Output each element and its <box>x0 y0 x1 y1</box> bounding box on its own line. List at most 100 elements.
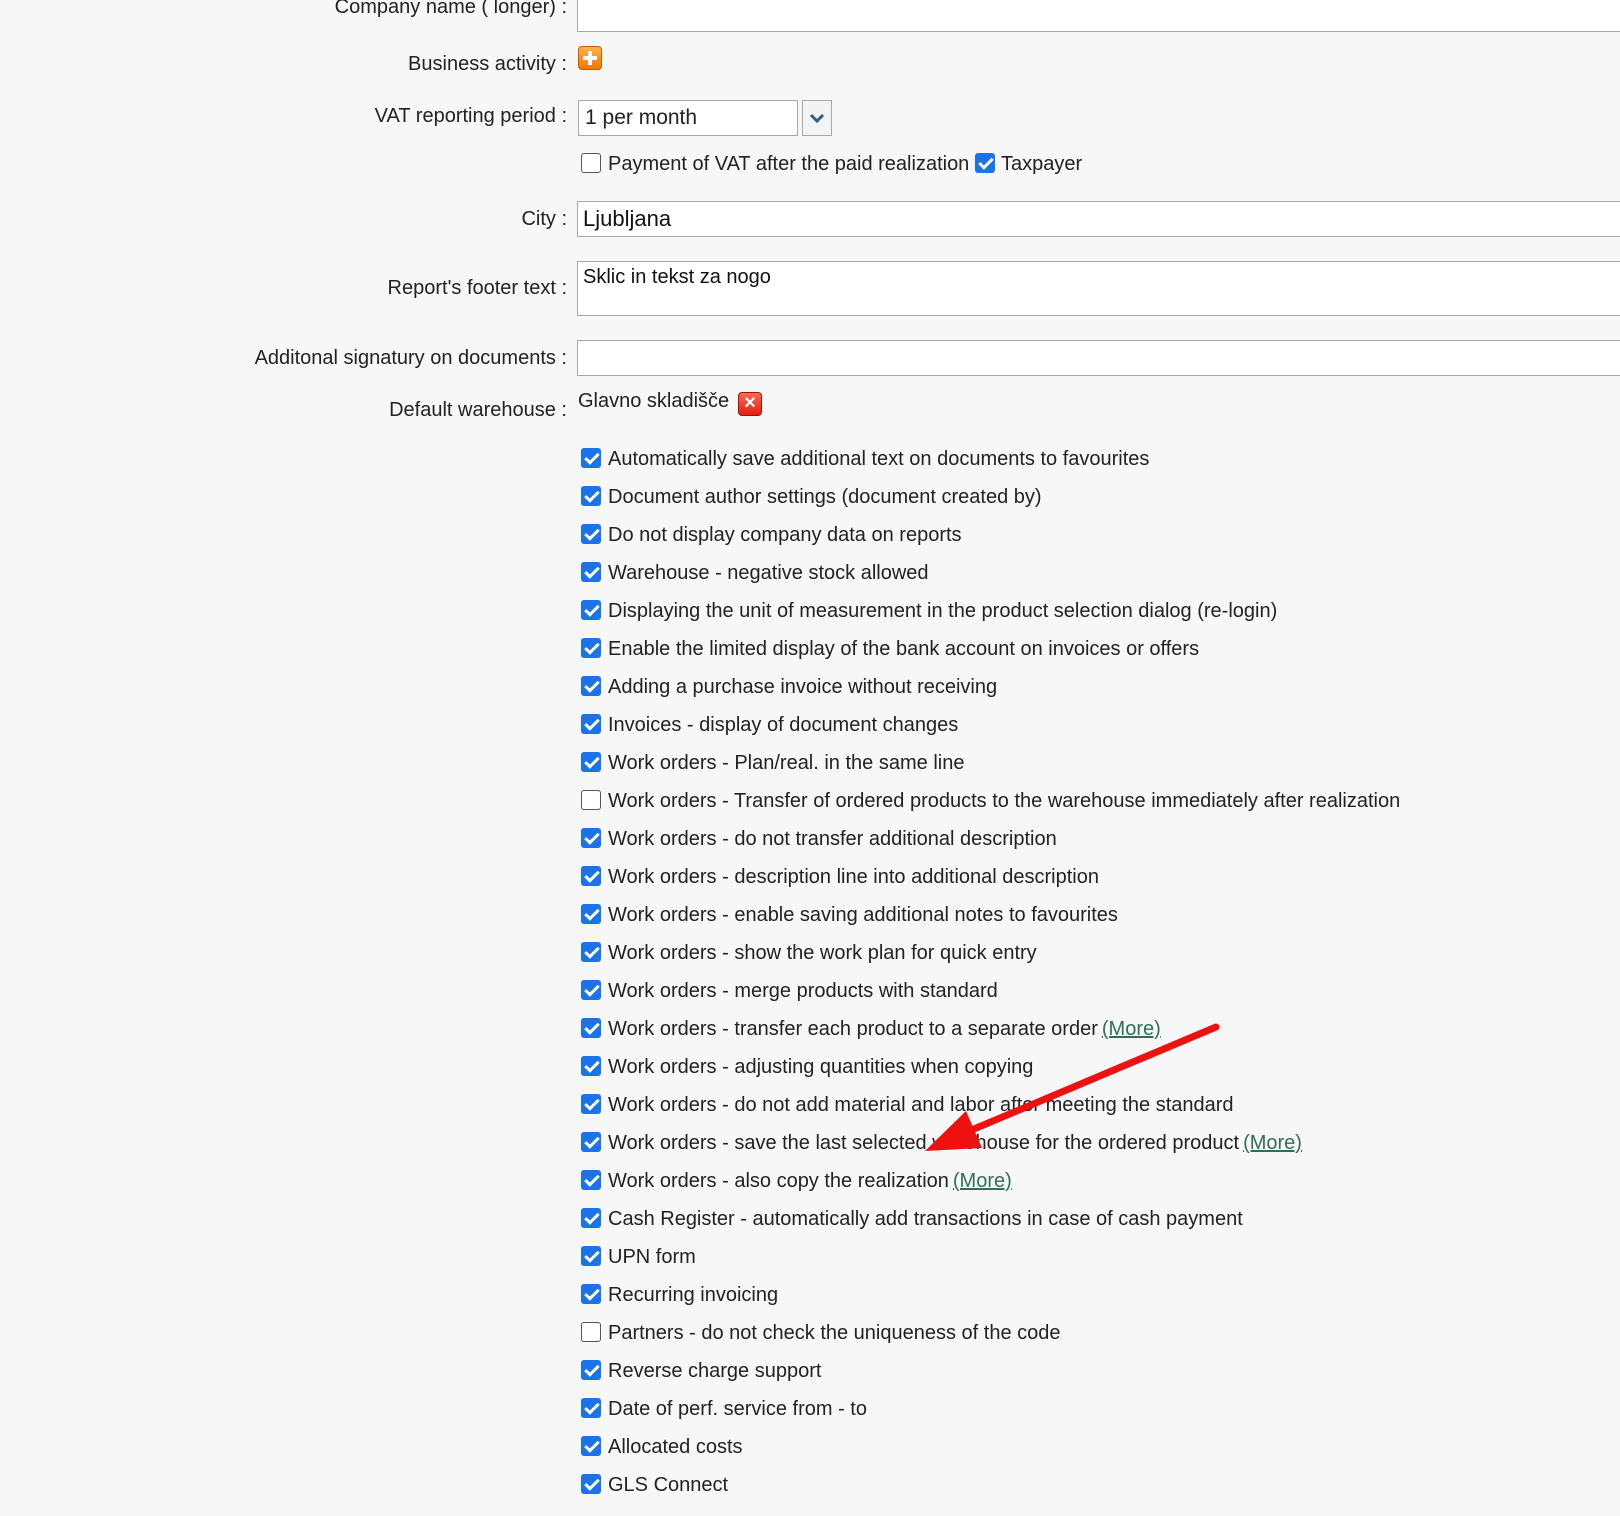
business-activity-label: Business activity : <box>408 53 567 75</box>
option-checkbox[interactable] <box>581 1322 601 1342</box>
option-label: Work orders - enable saving additional n… <box>608 903 1118 927</box>
option-checkbox[interactable] <box>581 1436 601 1456</box>
option-label-text: Work orders - Transfer of ordered produc… <box>608 790 1401 812</box>
option-checkbox[interactable] <box>581 1132 601 1152</box>
option-label: Work orders - save the last selected war… <box>608 1131 1302 1155</box>
option-label: Work orders - merge products with standa… <box>608 979 998 1003</box>
option-checkbox[interactable] <box>581 1018 601 1038</box>
option-label: Work orders - show the work plan for qui… <box>608 941 1037 965</box>
option-checkbox[interactable] <box>581 1398 601 1418</box>
option-label-text: Work orders - also copy the realization <box>608 1170 949 1192</box>
option-checkbox[interactable] <box>581 1360 601 1380</box>
option-checkbox[interactable] <box>581 486 601 506</box>
footer-text-textarea[interactable]: Sklic in tekst za nogo <box>577 261 1620 316</box>
city-label: City : <box>521 208 567 230</box>
option-checkbox[interactable] <box>581 1094 601 1114</box>
option-label-text: GLS Connect <box>608 1474 729 1496</box>
option-checkbox[interactable] <box>581 1284 601 1304</box>
option-checkbox[interactable] <box>581 562 601 582</box>
option-label: Work orders - Transfer of ordered produc… <box>608 789 1400 813</box>
option-checkbox[interactable] <box>581 524 601 544</box>
option-label: Work orders - description line into addi… <box>608 865 1099 889</box>
option-checkbox[interactable] <box>581 600 601 620</box>
option-label-text: Recurring invoicing <box>608 1284 779 1306</box>
taxpayer-label: Taxpayer <box>1001 153 1083 175</box>
option-label: Cash Register - automatically add transa… <box>608 1207 1243 1231</box>
option-label-text: Work orders - merge products with standa… <box>608 980 998 1002</box>
option-label-text: Work orders - show the work plan for qui… <box>608 942 1037 964</box>
option-label-text: Work orders - adjusting quantities when … <box>608 1056 1034 1078</box>
taxpayer-checkbox[interactable] <box>975 153 995 173</box>
option-label-text: Work orders - enable saving additional n… <box>608 904 1118 926</box>
default-warehouse-value: Glavno skladišče <box>578 390 730 412</box>
option-checkbox[interactable] <box>581 676 601 696</box>
option-label-text: Displaying the unit of measurement in th… <box>608 600 1278 622</box>
option-label-text: Reverse charge support <box>608 1360 822 1382</box>
more-link[interactable]: (More) <box>1243 1132 1302 1154</box>
payment-vat-checkbox[interactable] <box>581 153 601 173</box>
remove-icon[interactable]: × <box>738 392 762 416</box>
option-label: Date of perf. service from - to <box>608 1397 867 1421</box>
option-label: Recurring invoicing <box>608 1283 778 1307</box>
option-checkbox[interactable] <box>581 942 601 962</box>
option-label-text: Work orders - description line into addi… <box>608 866 1099 888</box>
option-label-text: Automatically save additional text on do… <box>608 448 1150 470</box>
footer-text-label: Report's footer text : <box>387 277 567 299</box>
vat-period-dropdown-button[interactable] <box>802 100 832 136</box>
payment-vat-label: Payment of VAT after the paid realizatio… <box>608 153 970 175</box>
option-label: Automatically save additional text on do… <box>608 447 1149 471</box>
option-label-text: Work orders - transfer each product to a… <box>608 1018 1098 1040</box>
signatory-label: Additonal signatury on documents : <box>254 347 567 369</box>
option-label: Reverse charge support <box>608 1359 821 1383</box>
option-checkbox[interactable] <box>581 1056 601 1076</box>
option-label: Work orders - do not add material and la… <box>608 1093 1234 1117</box>
option-label-text: Work orders - do not transfer additional… <box>608 828 1057 850</box>
option-checkbox[interactable] <box>581 904 601 924</box>
company-name-input[interactable] <box>577 0 1620 32</box>
option-label: Invoices - display of document changes <box>608 713 958 737</box>
option-label-text: Do not display company data on reports <box>608 524 962 546</box>
option-label: Do not display company data on reports <box>608 523 962 547</box>
option-label-text: Cash Register - automatically add transa… <box>608 1208 1243 1230</box>
option-label-text: Warehouse - negative stock allowed <box>608 562 929 584</box>
more-link[interactable]: (More) <box>1102 1018 1161 1040</box>
option-label: Work orders - Plan/real. in the same lin… <box>608 751 964 775</box>
option-checkbox[interactable] <box>581 714 601 734</box>
option-label-text: Partners - do not check the uniqueness o… <box>608 1322 1061 1344</box>
option-label: UPN form <box>608 1245 696 1269</box>
option-checkbox[interactable] <box>581 980 601 1000</box>
option-label: Work orders - do not transfer additional… <box>608 827 1057 851</box>
option-label: Enable the limited display of the bank a… <box>608 637 1199 661</box>
option-label-text: UPN form <box>608 1246 696 1268</box>
option-checkbox[interactable] <box>581 752 601 772</box>
option-label-text: Invoices - display of document changes <box>608 714 959 736</box>
option-label-text: Adding a purchase invoice without receiv… <box>608 676 998 698</box>
option-checkbox[interactable] <box>581 1208 601 1228</box>
option-label: Warehouse - negative stock allowed <box>608 561 929 585</box>
option-checkbox[interactable] <box>581 1170 601 1190</box>
option-checkbox[interactable] <box>581 866 601 886</box>
signatory-input[interactable] <box>577 340 1620 376</box>
city-input[interactable]: Ljubljana <box>577 201 1620 237</box>
option-label: Allocated costs <box>608 1435 743 1459</box>
option-checkbox[interactable] <box>581 448 601 468</box>
option-checkbox[interactable] <box>581 1474 601 1494</box>
option-label-text: Enable the limited display of the bank a… <box>608 638 1200 660</box>
option-label-text: Allocated costs <box>608 1436 743 1458</box>
more-link[interactable]: (More) <box>953 1170 1012 1192</box>
default-warehouse-label: Default warehouse : <box>389 399 567 421</box>
option-checkbox[interactable] <box>581 1246 601 1266</box>
option-label: Displaying the unit of measurement in th… <box>608 599 1277 623</box>
option-checkbox[interactable] <box>581 790 601 810</box>
option-checkbox[interactable] <box>581 638 601 658</box>
vat-period-select[interactable]: 1 per month <box>578 100 798 136</box>
add-icon[interactable] <box>578 46 602 70</box>
option-checkbox[interactable] <box>581 828 601 848</box>
option-label: Work orders - transfer each product to a… <box>608 1017 1161 1041</box>
option-label: Document author settings (document creat… <box>608 485 1042 509</box>
option-label-text: Work orders - Plan/real. in the same lin… <box>608 752 965 774</box>
option-label-text: Work orders - do not add material and la… <box>608 1094 1234 1116</box>
option-label: Work orders - adjusting quantities when … <box>608 1055 1033 1079</box>
option-label: GLS Connect <box>608 1473 728 1497</box>
company-name-label: Company name ( longer) : <box>334 0 567 18</box>
